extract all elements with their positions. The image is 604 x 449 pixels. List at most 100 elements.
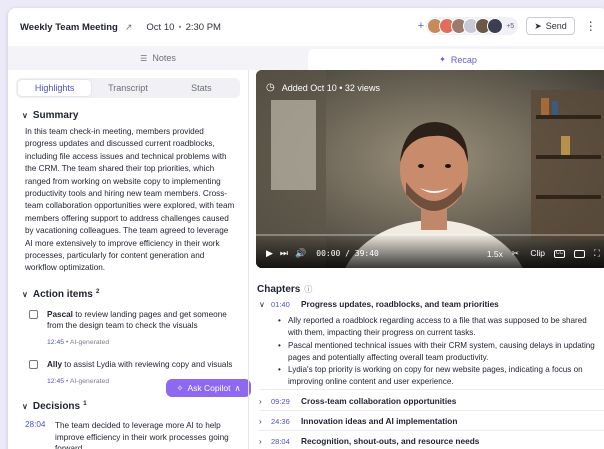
notes-icon: ☰	[140, 53, 148, 63]
send-icon: ➤	[534, 20, 542, 31]
video-controls-right: 1.5x ✂ Clip CC ⛶	[478, 248, 600, 259]
chapter-row[interactable]: › 09:29 Cross-team collaboration opportu…	[259, 396, 604, 406]
fullscreen-icon[interactable]: ⛶	[594, 248, 600, 259]
summary-heading-label: Summary	[32, 110, 79, 121]
skip-forward-icon[interactable]: ⏭	[280, 248, 288, 259]
chevron-down-icon: ∨	[22, 402, 28, 412]
action-items-heading-label: Action items	[32, 288, 93, 300]
chapter-row[interactable]: ∨ 01:40 Progress updates, roadblocks, an…	[259, 299, 604, 309]
divider	[259, 430, 604, 431]
send-button[interactable]: ➤ Send	[526, 17, 575, 35]
copilot-icon: ✧	[176, 382, 184, 393]
clip-label: Clip	[530, 248, 546, 258]
action-item-text: to review landing pages and get someone …	[47, 309, 227, 331]
chevron-right-icon: ›	[259, 396, 262, 406]
action-items-heading[interactable]: ∨ Action items 2	[22, 287, 248, 300]
tab-highlights[interactable]: Highlights	[18, 80, 92, 96]
volume-icon[interactable]: 🔊	[295, 248, 306, 259]
meeting-window: Weekly Team Meeting ↗ Oct 10 • 2:30 PM +…	[8, 8, 604, 449]
header-actions: + +5 ➤ Send ⋮ ✕	[418, 17, 604, 35]
chapters-heading: Chapters ⓘ	[257, 284, 312, 295]
chapter-title: Recognition, shout-outs, and resource ne…	[301, 436, 480, 446]
action-item-assignee: Pascal	[47, 309, 73, 319]
video-meta: ◷ Added Oct 10 • 32 views	[266, 82, 380, 93]
tab-notes[interactable]: ☰ Notes	[8, 46, 308, 70]
divider	[259, 389, 604, 390]
video-time: 00:00 / 39:40	[316, 249, 379, 258]
more-participants-count: +5	[506, 22, 515, 30]
decision-item: 28:04 The team decided to leverage more …	[25, 420, 248, 449]
chevron-right-icon: ›	[259, 436, 262, 446]
ask-copilot-button[interactable]: ✧ Ask Copilot ∧	[166, 379, 251, 397]
playback-speed[interactable]: 1.5x	[487, 249, 503, 259]
action-item-body: Pascal to review landing pages and get s…	[47, 309, 242, 349]
tab-stats[interactable]: Stats	[165, 80, 238, 96]
chapter-row[interactable]: › 24:36 Innovation ideas and AI implemen…	[259, 416, 604, 426]
action-item-timestamp[interactable]: 12:45	[47, 339, 64, 346]
summary-text: In this team check-in meeting, members p…	[25, 127, 235, 273]
sparkle-icon: ✦	[439, 55, 446, 64]
chapter-timestamp[interactable]: 09:29	[271, 397, 301, 406]
chevron-down-icon: ∨	[22, 111, 28, 120]
video-progress-bar[interactable]	[256, 234, 604, 236]
chevron-up-icon: ∧	[234, 382, 241, 393]
tab-recap-label: Recap	[450, 54, 477, 65]
view-tabs: ☰ Notes ✦ Recap	[8, 46, 604, 70]
info-icon[interactable]: ⓘ	[304, 285, 312, 294]
video-controls: ▶ ⏭ 🔊 00:00 / 39:40 1.5x ✂ Clip CC ⛶	[266, 248, 600, 259]
tab-transcript[interactable]: Transcript	[91, 80, 164, 96]
clock-icon: ◷	[266, 82, 275, 93]
chapter-bullet: Lydia's top priority is working on copy …	[278, 364, 600, 389]
chevron-down-icon: ∨	[22, 289, 28, 299]
pane-divider	[248, 70, 249, 449]
picture-in-picture-icon[interactable]	[574, 249, 586, 258]
chapter-bullets: Ally reported a roadblock regarding acce…	[278, 315, 600, 389]
action-item-checkbox[interactable]	[29, 360, 38, 370]
chapter-timestamp[interactable]: 28:04	[271, 437, 301, 446]
ai-generated-tag: AI-generated	[69, 338, 110, 346]
summary-heading[interactable]: ∨ Summary	[22, 110, 248, 121]
chapter-timestamp[interactable]: 01:40	[271, 300, 301, 309]
action-item-timestamp[interactable]: 12:45	[47, 378, 64, 385]
action-items-count: 2	[95, 287, 100, 295]
action-item: Pascal to review landing pages and get s…	[29, 309, 242, 349]
clip-button[interactable]: ✂ Clip	[512, 248, 545, 259]
chapter-bullet: Pascal mentioned technical issues with t…	[278, 340, 600, 365]
send-label: Send	[545, 21, 567, 31]
participant-avatars[interactable]: +5	[426, 17, 519, 35]
decision-timestamp[interactable]: 28:04	[25, 420, 55, 449]
action-item-meta: 12:45 • AI-generated	[47, 337, 242, 349]
action-item-text: to assist Lydia with reviewing copy and …	[62, 360, 233, 370]
meeting-time: 2:30 PM	[185, 21, 221, 33]
chapters-heading-label: Chapters	[257, 284, 301, 295]
tab-recap[interactable]: ✦ Recap	[308, 49, 604, 70]
more-options-icon[interactable]: ⋮	[585, 19, 597, 33]
chapter-title: Progress updates, roadblocks, and team p…	[301, 299, 499, 309]
meeting-title[interactable]: Weekly Team Meeting	[20, 22, 118, 33]
avatar	[487, 18, 504, 34]
chapter-title: Innovation ideas and AI implementation	[301, 416, 458, 426]
chapter-bullet: Ally reported a roadblock regarding acce…	[278, 315, 600, 340]
decisions-heading-label: Decisions	[32, 401, 81, 413]
video-meta-text: Added Oct 10 • 32 views	[281, 82, 380, 93]
chapter-title: Cross-team collaboration opportunities	[301, 396, 457, 406]
decisions-heading[interactable]: ∨ Decisions 1	[22, 400, 248, 413]
chevron-right-icon: ›	[259, 416, 262, 426]
chapter-row[interactable]: › 28:04 Recognition, shout-outs, and res…	[259, 436, 604, 446]
action-item-assignee: Ally	[47, 360, 63, 370]
captions-icon[interactable]: CC	[554, 249, 566, 258]
open-external-icon[interactable]: ↗	[125, 22, 133, 33]
video-player[interactable]: ◷ Added Oct 10 • 32 views ▶ ⏭ 🔊 00:00 / …	[256, 70, 604, 268]
divider	[259, 410, 604, 411]
play-icon[interactable]: ▶	[266, 248, 273, 259]
tab-notes-label: Notes	[152, 53, 176, 63]
header: Weekly Team Meeting ↗ Oct 10 • 2:30 PM +…	[8, 8, 604, 46]
ai-generated-tag: AI-generated	[69, 377, 110, 385]
action-item-checkbox[interactable]	[29, 309, 38, 319]
decisions-count: 1	[83, 400, 87, 408]
meeting-date: Oct 10	[146, 21, 175, 33]
chevron-down-icon: ∨	[259, 299, 265, 309]
add-participant-icon[interactable]: +	[418, 20, 424, 32]
ask-copilot-label: Ask Copilot	[187, 383, 231, 393]
chapter-timestamp[interactable]: 24:36	[271, 417, 301, 426]
